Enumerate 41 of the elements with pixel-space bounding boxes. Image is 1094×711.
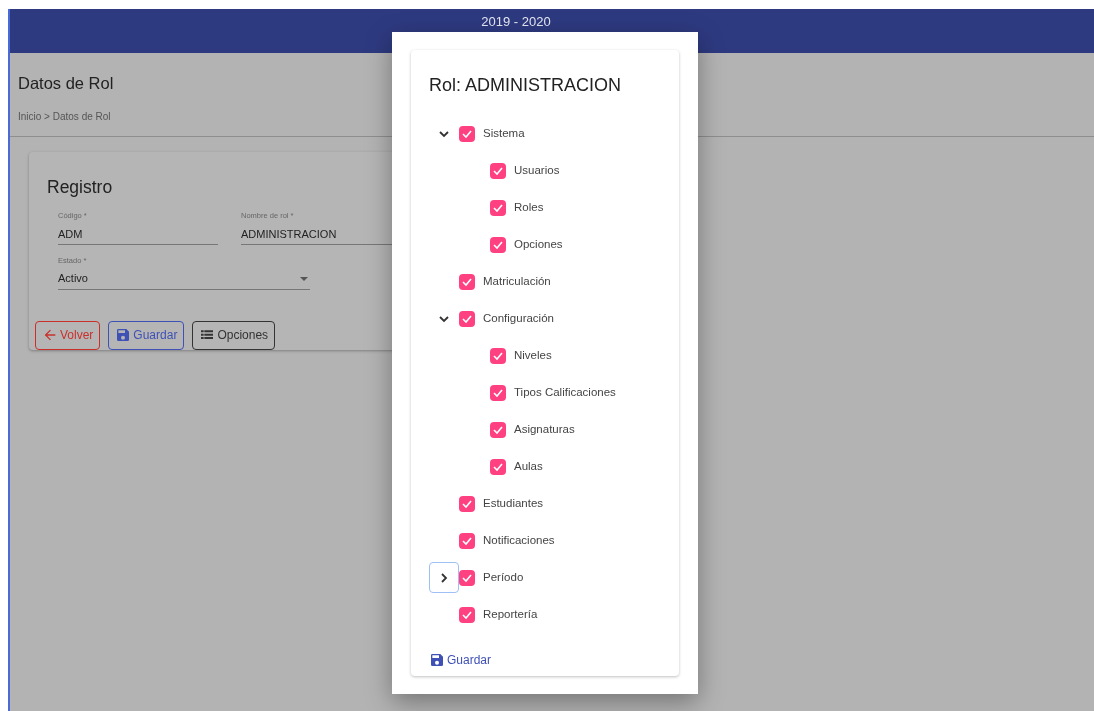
tree-item-label: Matriculación — [483, 273, 551, 289]
checkbox[interactable] — [490, 199, 506, 216]
expand-toggle[interactable] — [429, 562, 459, 593]
checkbox[interactable] — [490, 347, 506, 364]
checkbox[interactable] — [459, 310, 475, 327]
tree-item-label: Aulas — [514, 458, 543, 474]
field-value: ADM — [58, 226, 84, 242]
checkbox[interactable] — [459, 569, 475, 586]
tree-item-label: Reportería — [483, 606, 538, 622]
field-value: Activo — [58, 271, 88, 287]
tree-item-label: Opciones — [514, 236, 563, 252]
checkbox[interactable] — [490, 162, 506, 179]
checkbox[interactable] — [459, 273, 475, 290]
chevron-right-icon — [438, 571, 450, 584]
checkbox[interactable] — [459, 532, 475, 549]
checkbox[interactable] — [490, 236, 506, 253]
tree-item-label: Tipos Calificaciones — [514, 384, 616, 400]
tree-item-label: Configuración — [483, 310, 554, 326]
tree-item-label: Período — [483, 569, 524, 585]
field-value: ADMINISTRACION — [241, 226, 338, 242]
dialog-title: Rol: ADMINISTRACION — [429, 74, 623, 97]
page-title: Datos de Rol — [18, 73, 114, 94]
tree-item-label: Roles — [514, 199, 544, 215]
tree-item-label: Sistema — [483, 125, 525, 141]
checkbox[interactable] — [459, 125, 475, 142]
tree-item-label: Asignaturas — [514, 421, 575, 437]
tree-item-label: Niveles — [514, 347, 552, 363]
tree-item-label: Estudiantes — [483, 495, 544, 511]
checkbox[interactable] — [459, 495, 475, 512]
school-year: 2019 - 2020 — [481, 14, 551, 29]
tree-item-label: Usuarios — [514, 162, 560, 178]
checkbox[interactable] — [490, 458, 506, 475]
dropdown-arrow-icon — [300, 276, 308, 281]
card-title: Registro — [47, 176, 114, 199]
options-button[interactable]: Opciones — [192, 320, 276, 350]
save-button[interactable]: Guardar — [429, 651, 492, 669]
checkbox[interactable] — [459, 606, 475, 623]
tree-item-label: Notificaciones — [483, 532, 555, 548]
checkbox[interactable] — [490, 421, 506, 438]
checkbox[interactable] — [490, 384, 506, 401]
breadcrumb: Inicio > Datos de Rol — [18, 109, 111, 124]
